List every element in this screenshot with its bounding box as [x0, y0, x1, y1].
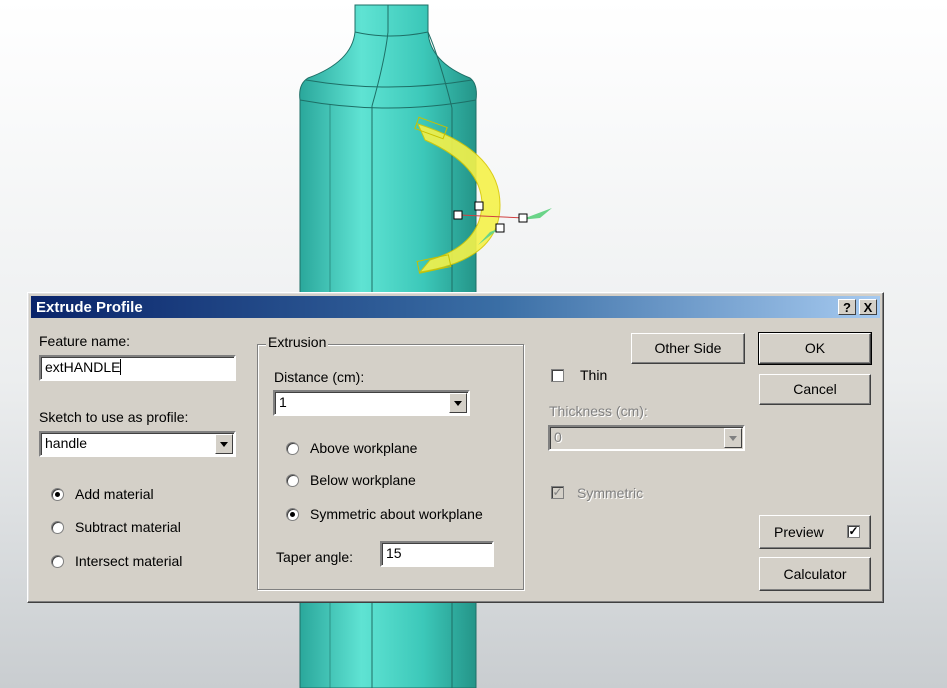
extrusion-group-label: Extrusion — [266, 334, 329, 350]
add-material-radio[interactable] — [51, 488, 64, 501]
distance-combo[interactable]: 1 — [273, 390, 470, 416]
sketch-profile-label: Sketch to use as profile: — [39, 409, 189, 425]
help-button[interactable]: ? — [838, 299, 856, 315]
preview-button[interactable]: Preview ✓ — [759, 515, 871, 549]
thin-label[interactable]: Thin — [580, 367, 607, 383]
distance-value: 1 — [279, 394, 287, 410]
dialog-title: Extrude Profile — [36, 299, 143, 316]
intersect-material-label[interactable]: Intersect material — [75, 553, 182, 569]
below-workplane-label[interactable]: Below workplane — [310, 472, 416, 488]
title-bar[interactable]: Extrude Profile ? X — [31, 296, 880, 318]
taper-angle-value: 15 — [386, 545, 402, 561]
taper-angle-input[interactable]: 15 — [380, 541, 494, 567]
distance-label: Distance (cm): — [274, 369, 365, 385]
symmetric-workplane-radio[interactable] — [286, 508, 299, 521]
feature-name-label: Feature name: — [39, 333, 131, 349]
ok-button[interactable]: OK — [758, 332, 872, 365]
cancel-button[interactable]: Cancel — [759, 374, 871, 405]
distance-dropdown-arrow-icon[interactable] — [449, 393, 467, 413]
above-workplane-radio[interactable] — [286, 442, 299, 455]
thickness-value: 0 — [554, 429, 562, 445]
below-workplane-radio[interactable] — [286, 474, 299, 487]
thickness-label: Thickness (cm): — [549, 403, 648, 419]
preview-label: Preview — [774, 524, 824, 540]
sketch-dropdown-arrow-icon[interactable] — [215, 434, 233, 454]
other-side-button[interactable]: Other Side — [631, 333, 745, 364]
preview-checkbox[interactable]: ✓ — [847, 525, 860, 538]
feature-name-input[interactable]: extHANDLE — [39, 355, 236, 381]
symmetric-workplane-label[interactable]: Symmetric about workplane — [310, 506, 483, 522]
feature-name-value: extHANDLE — [45, 359, 121, 375]
close-button[interactable]: X — [859, 299, 877, 315]
sketch-profile-combo[interactable]: handle — [39, 431, 236, 457]
thin-symmetric-label: Symmetric — [577, 485, 644, 501]
subtract-material-radio[interactable] — [51, 521, 64, 534]
add-material-label[interactable]: Add material — [75, 486, 154, 502]
taper-angle-label: Taper angle: — [276, 549, 354, 565]
sketch-profile-value: handle — [45, 435, 88, 451]
above-workplane-label[interactable]: Above workplane — [310, 440, 417, 456]
extrude-profile-dialog: Extrude Profile ? X Feature name: extHAN… — [27, 292, 884, 603]
intersect-material-radio[interactable] — [51, 555, 64, 568]
thin-checkbox[interactable] — [551, 369, 564, 382]
thin-symmetric-checkbox[interactable]: ✓ — [551, 486, 564, 499]
calculator-button[interactable]: Calculator — [759, 557, 871, 591]
thickness-combo[interactable]: 0 — [548, 425, 745, 451]
subtract-material-label[interactable]: Subtract material — [75, 519, 181, 535]
thickness-dropdown-arrow-icon[interactable] — [724, 428, 742, 448]
